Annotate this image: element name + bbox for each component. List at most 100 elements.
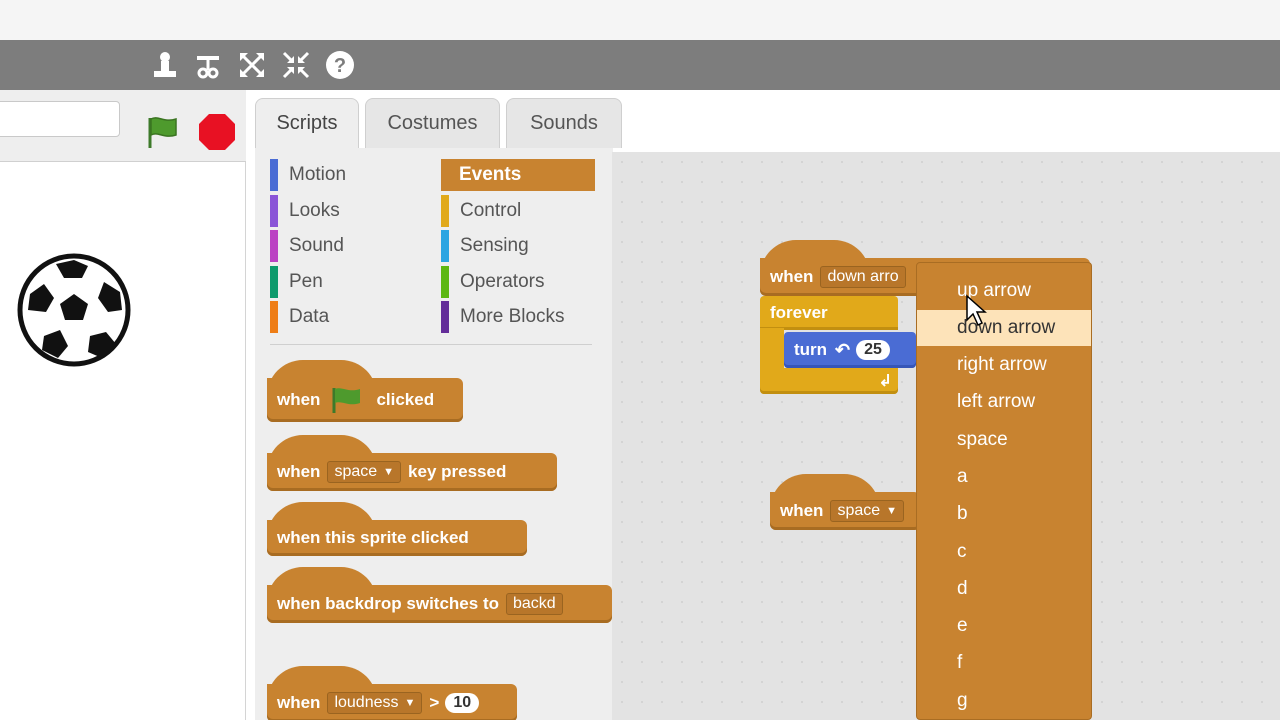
block-text: when	[277, 462, 321, 481]
category-label: Motion	[289, 164, 347, 185]
menu-item-up-arrow[interactable]: up arrow	[917, 273, 1091, 309]
degrees-input[interactable]: 25	[856, 340, 890, 360]
svg-text:?: ?	[334, 55, 346, 77]
category-label: More Blocks	[460, 306, 565, 327]
project-title-field[interactable]	[0, 101, 120, 137]
stop-icon[interactable]	[197, 112, 237, 152]
menu-item-right-arrow[interactable]: right arrow	[917, 347, 1091, 383]
category-looks[interactable]: Looks	[270, 195, 340, 227]
soccer-ball-sprite[interactable]	[16, 252, 132, 368]
menu-item-c[interactable]: c	[917, 534, 1091, 570]
category-sensing[interactable]: Sensing	[441, 230, 529, 262]
rotate-left-icon: ↶	[835, 339, 851, 360]
category-swatch	[441, 230, 449, 262]
block-text: when this sprite clicked	[277, 528, 469, 547]
category-operators[interactable]: Operators	[441, 266, 544, 298]
block-text: when	[277, 390, 321, 409]
menu-item-left-arrow[interactable]: left arrow	[917, 384, 1091, 420]
loop-arrow-icon: ↲	[878, 373, 892, 390]
slot-text: backd	[513, 595, 556, 612]
chevron-down-icon: ▼	[404, 697, 416, 709]
category-motion[interactable]: Motion	[270, 159, 346, 191]
chevron-down-icon: ▼	[383, 466, 395, 478]
menu-item-down-arrow[interactable]: down arrow	[917, 310, 1091, 346]
green-flag-icon	[332, 388, 361, 413]
when-loudness-block[interactable]: when loudness ▼ > 10	[267, 666, 517, 720]
category-swatch	[270, 230, 278, 262]
browser-top-bar	[0, 0, 1280, 40]
palette-divider	[270, 344, 592, 345]
when-sprite-clicked-block[interactable]: when this sprite clicked	[267, 502, 527, 556]
tab-scripts[interactable]: Scripts	[255, 98, 359, 148]
backdrop-dropdown[interactable]: backd	[506, 593, 563, 615]
category-label: Events	[459, 164, 522, 185]
category-label: Sensing	[460, 235, 529, 256]
when-backdrop-switches-block[interactable]: when backdrop switches to backd	[267, 567, 612, 623]
sensor-dropdown[interactable]: loudness ▼	[327, 692, 423, 714]
grow-icon[interactable]	[237, 50, 267, 80]
category-swatch	[441, 195, 449, 227]
duplicate-stamp-icon[interactable]	[150, 50, 180, 80]
when-key-pressed-block[interactable]: when space ▼ key pressed	[267, 435, 557, 491]
category-swatch	[270, 195, 278, 227]
green-flag-icon[interactable]	[142, 112, 182, 152]
category-label: Sound	[289, 235, 344, 256]
key-options-menu: up arrow down arrow right arrow left arr…	[916, 262, 1092, 720]
category-pen[interactable]: Pen	[270, 266, 323, 298]
number-input[interactable]: 10	[445, 693, 480, 713]
when-space-script-block[interactable]: when space ▼	[770, 474, 920, 530]
menu-item-d[interactable]: d	[917, 571, 1091, 607]
editor-toolbar	[0, 40, 1280, 90]
menu-item-space[interactable]: space	[917, 422, 1091, 458]
mouse-pointer-icon	[966, 294, 987, 327]
category-swatch	[270, 301, 278, 333]
forever-block-arm	[760, 328, 784, 370]
category-sound[interactable]: Sound	[270, 230, 344, 262]
key-dropdown[interactable]: space ▼	[327, 461, 402, 483]
category-swatch	[441, 301, 449, 333]
slot-text: space	[334, 463, 378, 480]
block-text: when	[780, 501, 824, 520]
menu-item-f[interactable]: f	[917, 645, 1091, 681]
category-events[interactable]: Events	[441, 159, 595, 191]
slot-text: down arro	[827, 268, 899, 285]
forever-block-footer: ↲	[760, 368, 898, 394]
menu-item-g[interactable]: g	[917, 683, 1091, 719]
block-text: when	[770, 267, 814, 286]
category-swatch	[270, 159, 278, 191]
category-label: Pen	[289, 271, 323, 292]
category-more-blocks[interactable]: More Blocks	[441, 301, 565, 333]
menu-item-e[interactable]: e	[917, 608, 1091, 644]
block-text: forever	[770, 303, 828, 322]
category-control[interactable]: Control	[441, 195, 521, 227]
block-text: key pressed	[408, 462, 507, 481]
block-text: >	[429, 693, 440, 712]
block-text: clicked	[376, 390, 435, 409]
category-label: Looks	[289, 200, 340, 221]
block-text: when backdrop switches to	[277, 594, 499, 613]
category-label: Data	[289, 306, 330, 327]
category-label: Control	[460, 200, 522, 221]
category-data[interactable]: Data	[270, 301, 329, 333]
stage-panel	[0, 90, 246, 720]
forever-block[interactable]: forever	[760, 296, 898, 330]
block-text: when	[277, 693, 321, 712]
category-swatch	[270, 266, 278, 298]
tab-sounds[interactable]: Sounds	[506, 98, 622, 148]
category-label: Operators	[460, 271, 545, 292]
key-dropdown[interactable]: space ▼	[830, 500, 905, 522]
menu-item-b[interactable]: b	[917, 496, 1091, 532]
category-swatch	[441, 266, 449, 298]
when-flag-clicked-block[interactable]: when clicked	[267, 360, 463, 422]
turn-block[interactable]: turn ↶ 25	[784, 332, 916, 368]
cut-scissors-icon[interactable]	[193, 50, 223, 80]
help-icon[interactable]: ?	[325, 50, 355, 80]
shrink-icon[interactable]	[281, 50, 311, 80]
tab-costumes[interactable]: Costumes	[365, 98, 500, 148]
slot-text: space	[837, 502, 881, 519]
key-dropdown[interactable]: down arro	[820, 266, 906, 288]
menu-item-a[interactable]: a	[917, 459, 1091, 495]
chevron-down-icon: ▼	[886, 505, 898, 517]
block-text: turn	[794, 340, 828, 359]
slot-text: loudness	[334, 694, 399, 711]
